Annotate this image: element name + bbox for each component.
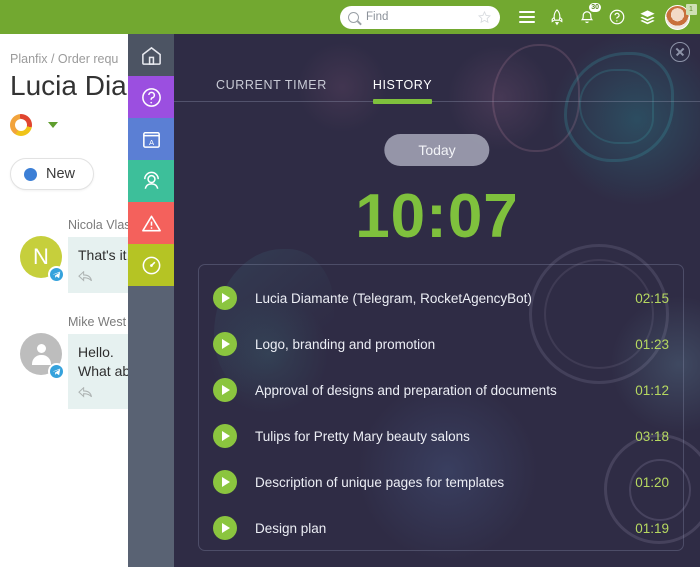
reply-icon[interactable] <box>78 386 94 398</box>
person-icon <box>31 344 51 365</box>
status-label: New <box>46 166 76 182</box>
rail-item-dashboard[interactable] <box>128 244 174 286</box>
support-agent-icon <box>143 171 159 189</box>
play-icon[interactable] <box>213 332 237 356</box>
dictionary-icon: A <box>142 131 160 148</box>
speedometer-icon <box>142 256 160 274</box>
telegram-icon <box>48 266 65 283</box>
tab-history[interactable]: HISTORY <box>372 78 433 104</box>
hamburger-menu-icon[interactable] <box>514 4 540 30</box>
task-title[interactable]: Design plan <box>255 521 625 536</box>
help-icon[interactable] <box>604 4 630 30</box>
home-icon <box>141 46 161 65</box>
rail-item-glossary[interactable]: A <box>128 118 174 160</box>
table-row: Logo, branding and promotion 01:23 <box>213 321 669 367</box>
play-icon[interactable] <box>213 424 237 448</box>
avatar-letter: N <box>33 244 49 269</box>
status-dot-icon <box>24 167 37 181</box>
total-time-display: 10:07 <box>355 182 519 251</box>
task-title[interactable]: Description of unique pages for template… <box>255 475 625 490</box>
table-row: Approval of designs and preparation of d… <box>213 367 669 413</box>
rocket-icon[interactable] <box>544 4 570 30</box>
reply-icon[interactable] <box>78 270 94 282</box>
task-duration: 01:23 <box>635 336 669 352</box>
svg-text:A: A <box>148 137 154 146</box>
play-icon[interactable] <box>213 470 237 494</box>
assignee-avatar[interactable] <box>10 114 32 136</box>
task-duration: 01:12 <box>635 382 669 398</box>
modal-side-rail: A <box>128 34 174 567</box>
rail-item-help[interactable] <box>128 76 174 118</box>
close-icon[interactable] <box>670 42 690 62</box>
task-title[interactable]: Tulips for Pretty Mary beauty salons <box>255 429 625 444</box>
play-icon[interactable] <box>213 516 237 540</box>
chevron-down-icon[interactable] <box>48 122 58 128</box>
task-duration: 02:15 <box>635 290 669 306</box>
task-title[interactable]: Approval of designs and preparation of d… <box>255 383 625 398</box>
top-navigation-bar: Find 30 1 <box>0 0 700 34</box>
app-root: Planfix / Order requ Lucia Dian New N Ni… <box>0 0 700 567</box>
alert-triangle-icon <box>141 215 161 231</box>
task-duration: 03:18 <box>635 428 669 444</box>
search-placeholder: Find <box>366 11 389 23</box>
task-history-list: Lucia Diamante (Telegram, RocketAgencyBo… <box>198 264 684 551</box>
modal-tabs: CURRENT TIMER HISTORY <box>174 78 700 104</box>
modal-content: CURRENT TIMER HISTORY Today 10:07 Lucia … <box>174 34 700 567</box>
timer-modal: A CURRENT TIMER HISTORY Today 10:07 Luci… <box>128 34 700 567</box>
tab-current-timer[interactable]: CURRENT TIMER <box>216 78 327 101</box>
task-duration: 01:20 <box>635 474 669 490</box>
avatar[interactable]: 1 <box>664 3 697 30</box>
table-row: Tulips for Pretty Mary beauty salons 03:… <box>213 413 669 459</box>
rail-item-home[interactable] <box>128 34 174 76</box>
notifications-bell-icon[interactable]: 30 <box>574 3 601 30</box>
status-badge[interactable]: New <box>10 158 95 190</box>
day-selector-pill[interactable]: Today <box>384 134 490 166</box>
task-title[interactable]: Lucia Diamante (Telegram, RocketAgencyBo… <box>255 291 625 306</box>
table-row: Design plan 01:19 <box>213 505 669 550</box>
task-duration: 01:19 <box>635 520 669 536</box>
help-question-icon <box>141 87 161 107</box>
rail-item-support[interactable] <box>128 160 174 202</box>
rail-item-alerts[interactable] <box>128 202 174 244</box>
search-icon <box>348 11 359 23</box>
decorative-shape <box>564 52 674 162</box>
play-icon[interactable] <box>213 286 237 310</box>
task-title[interactable]: Logo, branding and promotion <box>255 337 625 352</box>
notification-badge: 30 <box>589 3 601 12</box>
avatar-badge: 1 <box>685 3 697 15</box>
layers-icon[interactable] <box>634 4 660 30</box>
telegram-icon <box>48 363 65 380</box>
play-icon[interactable] <box>213 378 237 402</box>
table-row: Description of unique pages for template… <box>213 459 669 505</box>
star-icon[interactable] <box>477 10 492 25</box>
table-row: Lucia Diamante (Telegram, RocketAgencyBo… <box>213 275 669 321</box>
search-input[interactable]: Find <box>340 5 500 29</box>
